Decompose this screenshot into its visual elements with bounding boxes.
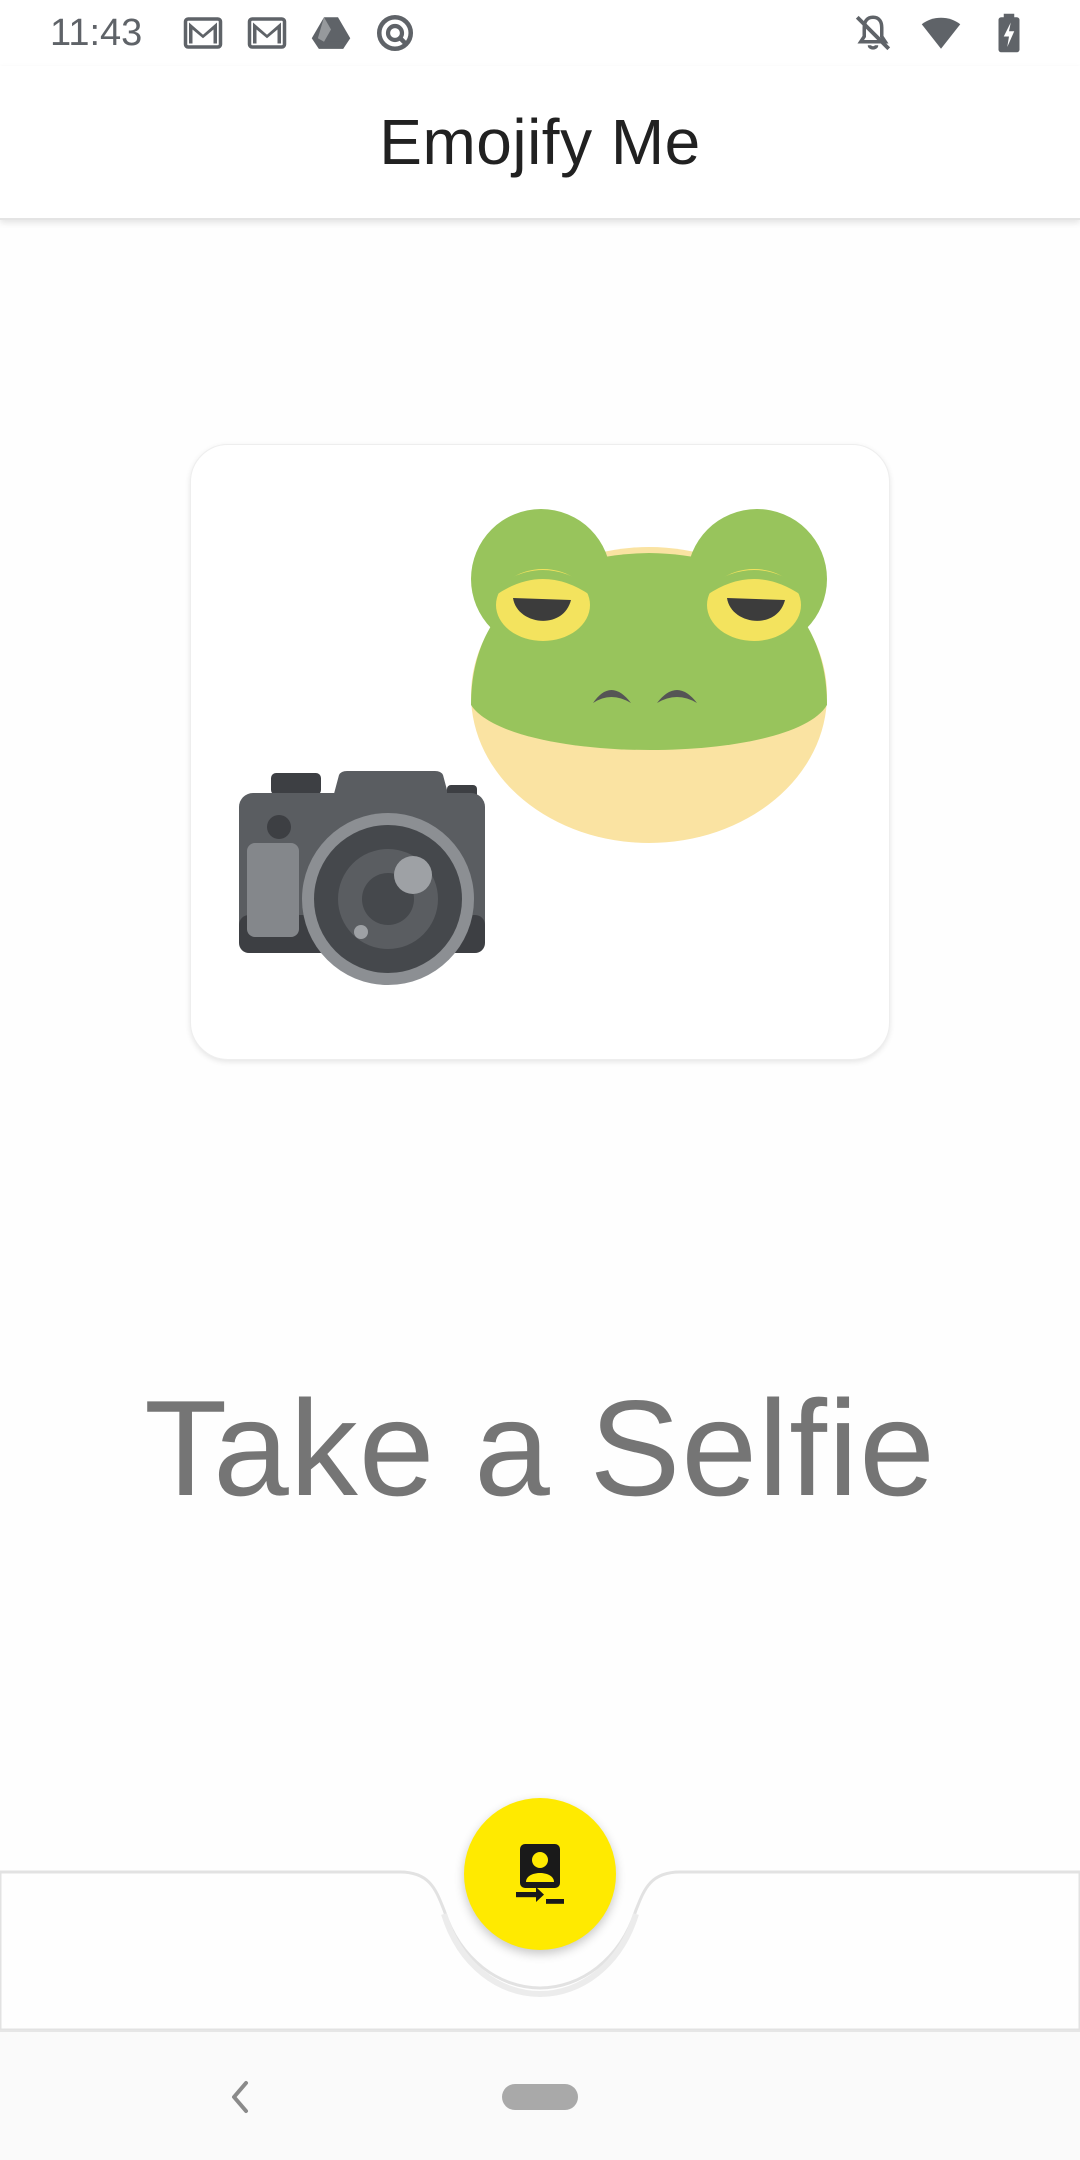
- wifi-icon: [920, 12, 962, 54]
- emoji-image-card: [190, 444, 890, 1060]
- sync-icon: [374, 12, 416, 54]
- screen: 11:43 Emojify Me Take a Selfie: [0, 0, 1080, 2160]
- frog-emoji-icon: [471, 509, 827, 843]
- camera-frog-illustration: [239, 509, 827, 985]
- switch-camera-selfie-icon: [516, 1844, 564, 1904]
- app-bar: Emojify Me: [0, 66, 1080, 220]
- home-pill[interactable]: [502, 2084, 578, 2110]
- back-chevron-icon[interactable]: [218, 2072, 262, 2122]
- take-selfie-prompt: Take a Selfie: [144, 1372, 936, 1524]
- notifications-off-icon: [852, 12, 894, 54]
- switch-camera-fab[interactable]: [464, 1798, 616, 1950]
- gmail-icon: [182, 12, 224, 54]
- camera-emoji-icon: [239, 771, 485, 985]
- status-time: 11:43: [50, 11, 143, 54]
- status-right: [852, 12, 1030, 54]
- app-title: Emojify Me: [379, 106, 701, 178]
- system-nav-bar: [0, 2030, 1080, 2160]
- battery-charging-icon: [988, 12, 1030, 54]
- status-bar: 11:43: [0, 0, 1080, 66]
- gmail-icon: [246, 12, 288, 54]
- status-left: 11:43: [50, 12, 416, 55]
- drive-icon: [310, 12, 352, 54]
